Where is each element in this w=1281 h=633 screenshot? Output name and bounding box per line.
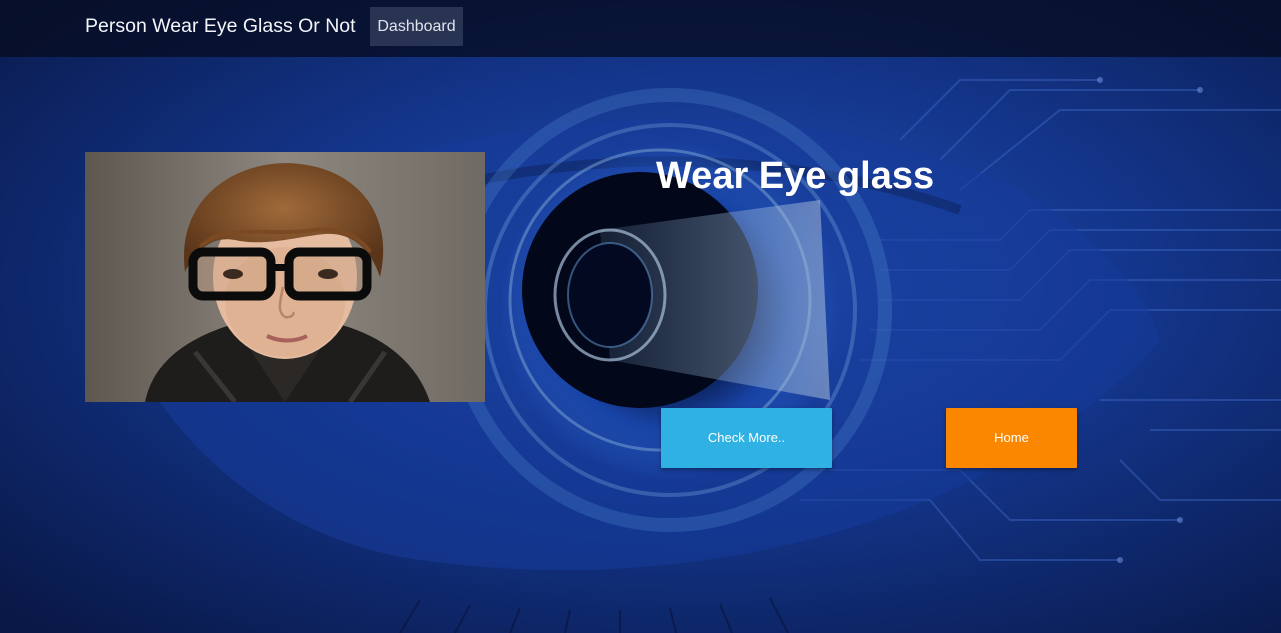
home-button[interactable]: Home bbox=[946, 408, 1077, 468]
result-title: Wear Eye glass bbox=[656, 155, 935, 197]
page: Person Wear Eye Glass Or Not Dashboard W… bbox=[0, 0, 1281, 633]
person-with-glasses-photo bbox=[85, 152, 485, 402]
nav-link-dashboard[interactable]: Dashboard bbox=[370, 7, 463, 46]
brand-title[interactable]: Person Wear Eye Glass Or Not bbox=[85, 14, 356, 38]
check-more-button[interactable]: Check More.. bbox=[661, 408, 832, 468]
navbar: Person Wear Eye Glass Or Not Dashboard bbox=[0, 0, 1281, 57]
